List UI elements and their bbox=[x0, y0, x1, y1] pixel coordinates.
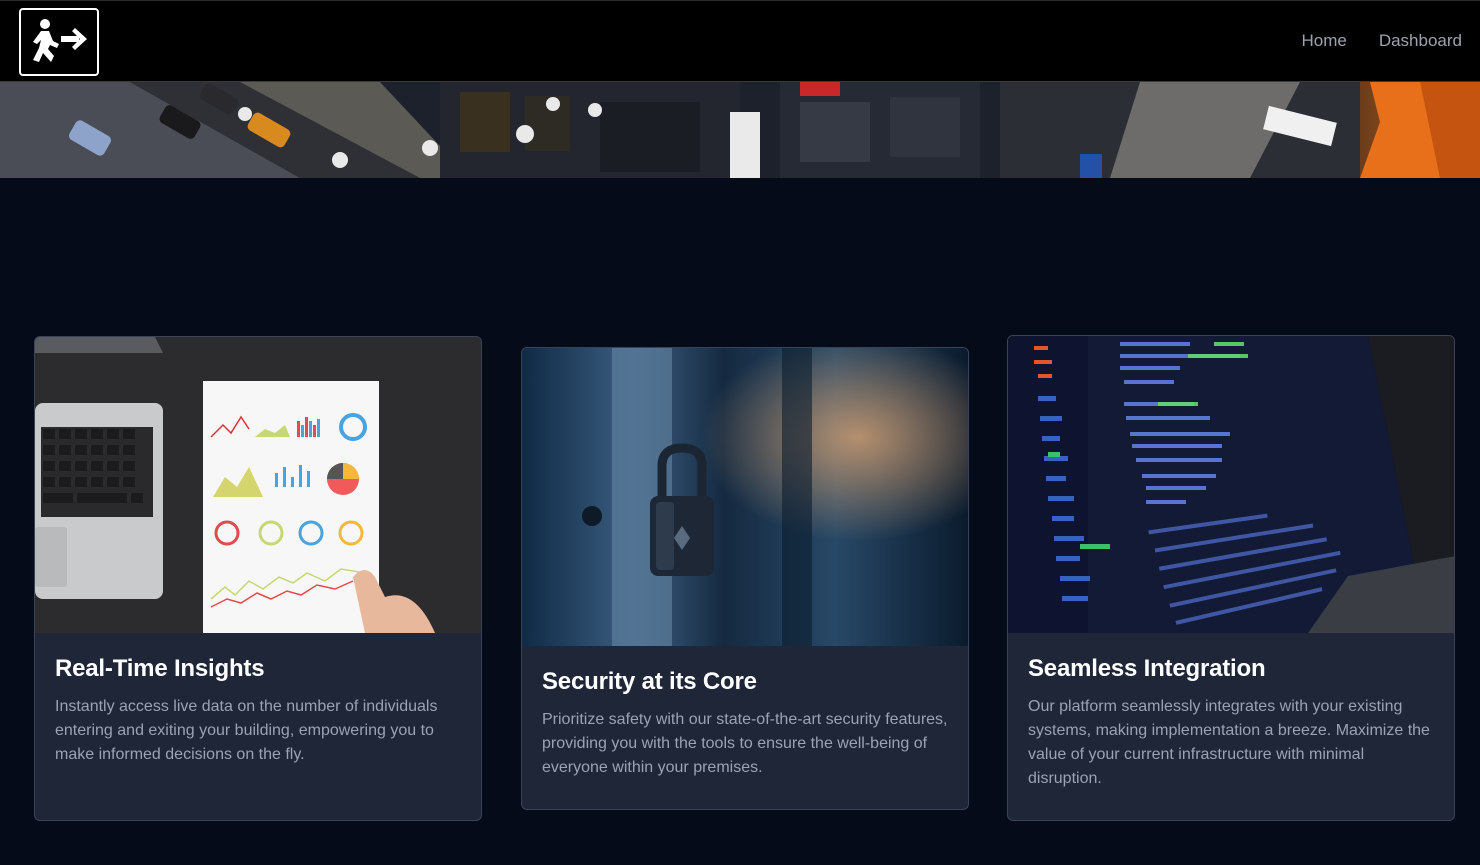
nav-links: Home Dashboard bbox=[1301, 31, 1462, 51]
card-title: Real-Time Insights bbox=[55, 655, 265, 682]
navbar: Home Dashboard bbox=[0, 0, 1480, 82]
laptop-and-charts-image bbox=[35, 337, 481, 633]
card-text: Instantly access live data on the number… bbox=[55, 698, 438, 763]
feature-card-insights: Real-Time Insights Instantly access live… bbox=[34, 336, 482, 821]
card-title: Seamless Integration bbox=[1028, 655, 1266, 682]
feature-card-integration: Seamless Integration Our platform seamle… bbox=[1007, 335, 1455, 821]
hero-banner-image bbox=[0, 82, 1480, 178]
card-text: Prioritize safety with our state-of-the-… bbox=[542, 711, 948, 776]
card-text: Our platform seamlessly integrates with … bbox=[1028, 698, 1430, 787]
nav-home-link[interactable]: Home bbox=[1301, 31, 1346, 51]
card-title: Security at its Core bbox=[542, 668, 757, 695]
logo[interactable] bbox=[19, 8, 99, 76]
padlock-image bbox=[522, 348, 968, 646]
feature-card-security: Security at its Core Prioritize safety w… bbox=[521, 347, 969, 810]
code-on-laptop-image bbox=[1008, 336, 1454, 633]
exit-walk-icon bbox=[33, 19, 87, 62]
nav-dashboard-link[interactable]: Dashboard bbox=[1379, 31, 1462, 51]
